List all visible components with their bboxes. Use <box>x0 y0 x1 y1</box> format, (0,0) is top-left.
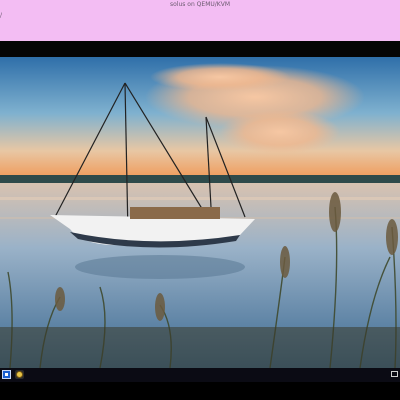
viewer-border <box>0 41 400 57</box>
window-chrome <box>0 11 400 41</box>
app-launcher-icon[interactable] <box>15 370 24 379</box>
viewer-bottom-border <box>0 382 400 400</box>
desktop-wallpaper <box>0 57 400 368</box>
start-menu-icon[interactable] <box>2 370 11 379</box>
window-title: solus on QEMU/KVM <box>170 1 230 8</box>
display-tray-icon[interactable] <box>391 371 398 377</box>
taskbar <box>0 368 400 382</box>
window-title-bar[interactable]: solus on QEMU/KVM <box>0 0 400 11</box>
menu-glyph[interactable]: / <box>0 12 6 20</box>
sailboat-sunset-image <box>0 57 400 368</box>
